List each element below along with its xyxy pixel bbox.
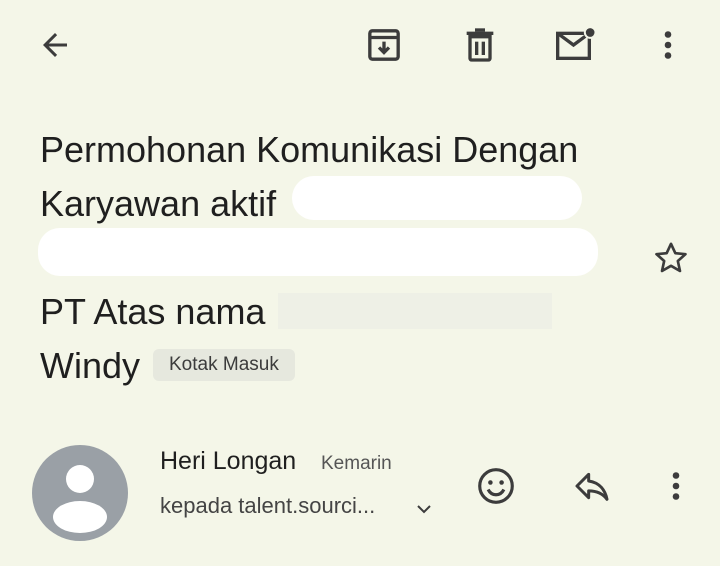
trash-icon <box>466 28 494 62</box>
expand-details-button[interactable] <box>396 485 452 533</box>
redacted-name <box>278 293 552 329</box>
archive-button[interactable] <box>356 17 412 73</box>
star-button[interactable] <box>643 230 699 286</box>
more-vert-icon <box>672 472 680 500</box>
inbox-label-chip[interactable]: Kotak Masuk <box>153 349 295 381</box>
star-outline-icon <box>655 242 687 273</box>
sender-time: Kemarin <box>321 453 392 474</box>
redacted-text <box>292 176 582 220</box>
emoji-react-button[interactable] <box>468 458 524 514</box>
archive-icon <box>368 29 400 61</box>
mark-unread-icon <box>556 26 597 60</box>
reply-button[interactable] <box>564 458 620 514</box>
more-options-button[interactable] <box>640 17 696 73</box>
mark-unread-button[interactable] <box>548 17 604 73</box>
back-button[interactable] <box>27 17 83 73</box>
more-vert-icon <box>664 31 672 59</box>
subject-line-5: Windy <box>40 345 141 386</box>
reply-icon <box>575 472 609 501</box>
emoji-reaction-icon <box>478 468 514 504</box>
avatar[interactable] <box>32 445 128 541</box>
delete-button[interactable] <box>452 17 508 73</box>
chevron-down-icon <box>417 505 431 514</box>
sender-name: Heri Longan <box>160 447 297 475</box>
recipient-summary: kepada talent.sourci... <box>160 493 376 518</box>
subject-line-1: Permohonan Komunikasi Dengan <box>40 129 579 170</box>
redacted-line <box>38 228 598 276</box>
subject-line-2: Karyawan aktif <box>40 183 277 224</box>
person-avatar-icon <box>53 465 107 533</box>
subject-line-4: PT Atas nama <box>40 291 266 332</box>
arrow-back-icon <box>43 33 67 57</box>
sender-more-options-button[interactable] <box>648 458 704 514</box>
